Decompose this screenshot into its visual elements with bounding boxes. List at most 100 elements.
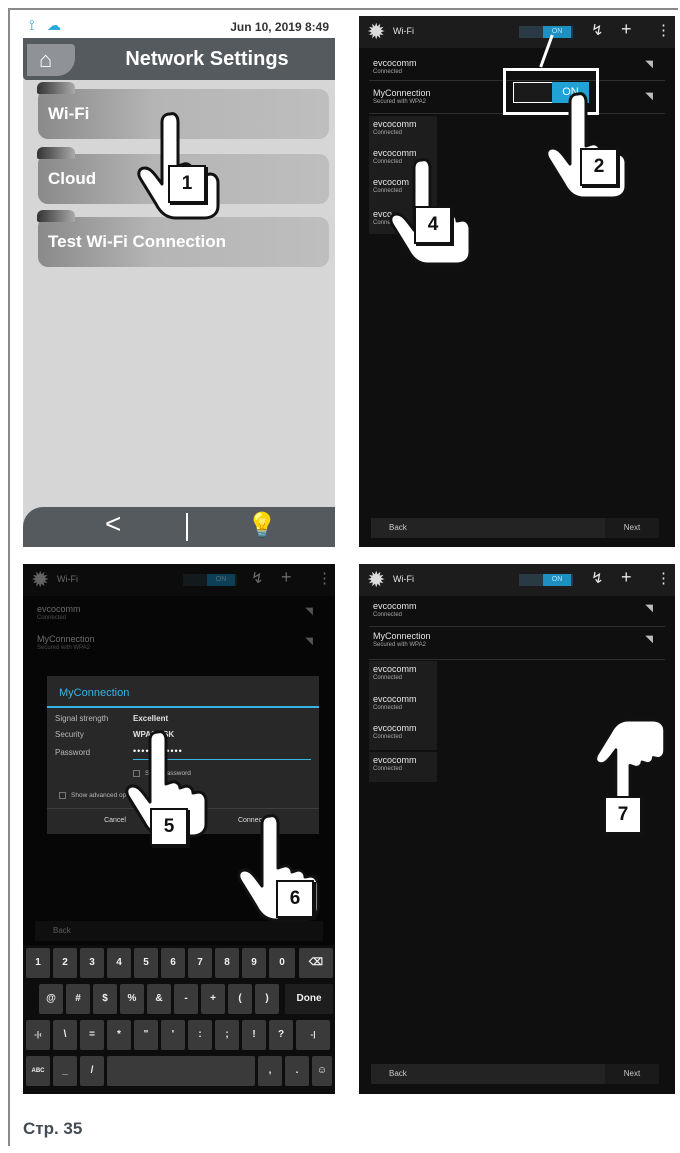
key[interactable]: 8 (215, 948, 239, 978)
overflow-menu-icon[interactable]: ⋮ (656, 22, 671, 40)
next-button[interactable]: Next (605, 1064, 659, 1084)
key[interactable]: 7 (188, 948, 212, 978)
wifi-top-bar: ✹ Wi-Fi ON ↯ + ⋮ (359, 564, 675, 596)
network-status: Connected (373, 675, 403, 681)
key[interactable]: / (80, 1056, 104, 1086)
key[interactable]: , (258, 1056, 282, 1086)
status-time: 8:49 (304, 20, 329, 34)
key[interactable]: 1 (26, 948, 50, 978)
wifi-switch[interactable]: ON (543, 574, 571, 586)
backspace-key[interactable]: ⌫ (299, 948, 333, 978)
frame-top (8, 8, 678, 10)
step-callout-6: 6 (276, 880, 314, 918)
key[interactable]: 4 (107, 948, 131, 978)
settings-gear-icon: ✹ (367, 19, 386, 44)
menu-item-label: Wi-Fi (48, 104, 90, 123)
network-name: evcocomm (373, 664, 417, 674)
network-item[interactable]: evcocommConnected (373, 119, 417, 136)
page-caption: Стр. 35 (23, 1119, 83, 1138)
advanced-options-checkbox[interactable] (59, 792, 66, 799)
network-item[interactable]: evcocommConnected (373, 58, 417, 75)
key[interactable]: 9 (242, 948, 266, 978)
back-button[interactable]: Back (389, 1069, 407, 1078)
key[interactable]: ! (242, 1020, 266, 1050)
network-status: Connected (373, 734, 403, 740)
network-status: Secured with WPA2 (373, 642, 426, 648)
add-network-icon[interactable]: + (621, 568, 632, 586)
key[interactable]: @ (39, 984, 63, 1014)
network-item[interactable]: evcocommConnected (373, 755, 417, 772)
network-item[interactable]: MyConnectionSecured with WPA2 (373, 631, 431, 648)
wifi-signal-icon: ◥ (645, 634, 653, 645)
wifi-top-bar: ✹ Wi-Fi ON ↯ + ⋮ (359, 16, 675, 48)
key[interactable]: 0 (269, 948, 295, 978)
next-button[interactable]: Next (605, 518, 659, 538)
network-item[interactable]: evcocommConnected (373, 723, 417, 740)
dialog-title: MyConnection (59, 687, 130, 699)
key[interactable]: = (80, 1020, 104, 1050)
key[interactable]: % (120, 984, 144, 1014)
header-bar: ⌂ Network Settings (23, 38, 335, 80)
network-settings-screen: ⟟ ☁ Jun 10, 2019 8:49 ⌂ Network Settings… (23, 16, 335, 547)
done-key[interactable]: Done (285, 984, 333, 1014)
step-callout-4: 4 (414, 206, 452, 244)
abc-key[interactable]: ABC (26, 1056, 50, 1086)
key[interactable]: 5 (134, 948, 158, 978)
network-status: Secured with WPA2 (373, 99, 426, 105)
status-date: Jun 10, 2019 (230, 20, 302, 34)
key[interactable]: - (174, 984, 198, 1014)
network-item[interactable]: evcocommConnected (373, 694, 417, 711)
key[interactable]: + (201, 984, 225, 1014)
step-callout-5: 5 (150, 808, 188, 846)
overflow-menu-icon[interactable]: ⋮ (656, 570, 671, 588)
key[interactable]: " (134, 1020, 158, 1050)
menu-tab (37, 82, 75, 94)
bottom-bar: Back Next (371, 518, 659, 538)
divider (369, 659, 665, 660)
network-status: Connected (373, 766, 403, 772)
key[interactable]: & (147, 984, 171, 1014)
network-item[interactable]: evcocommConnected (373, 601, 417, 618)
key[interactable]: -|‹ (26, 1020, 50, 1050)
cloud-status-icon: ☁ (47, 17, 61, 33)
key[interactable]: # (66, 984, 90, 1014)
key[interactable]: ; (215, 1020, 239, 1050)
key[interactable]: : (188, 1020, 212, 1050)
network-item[interactable]: MyConnectionSecured with WPA2 (373, 88, 431, 105)
wifi-title: Wi-Fi (393, 574, 414, 584)
menu-item-test-wifi[interactable]: Test Wi-Fi Connection (37, 210, 329, 267)
key[interactable]: ( (228, 984, 252, 1014)
key[interactable]: . (285, 1056, 309, 1086)
wifi-switch[interactable]: ON (543, 26, 571, 38)
back-button[interactable]: Back (389, 523, 407, 532)
light-bulb-icon[interactable]: 💡 (247, 511, 277, 540)
back-button[interactable]: < (105, 508, 121, 540)
pointing-hand-icon (132, 108, 222, 220)
signal-value: Excellent (133, 714, 169, 723)
key[interactable]: ? (269, 1020, 293, 1050)
divider (369, 626, 665, 627)
key[interactable]: * (107, 1020, 131, 1050)
menu-item-label: Test Wi-Fi Connection (48, 232, 227, 251)
dialog-title-divider (47, 706, 319, 708)
footer-bar: < 💡 (23, 507, 335, 547)
key[interactable]: ) (255, 984, 279, 1014)
footer-divider (186, 513, 188, 541)
add-network-icon[interactable]: + (621, 20, 632, 38)
key[interactable]: 6 (161, 948, 185, 978)
key[interactable]: _ (53, 1056, 77, 1086)
network-item[interactable]: evcocommConnected (373, 664, 417, 681)
key[interactable]: 2 (53, 948, 77, 978)
key[interactable]: \ (53, 1020, 77, 1050)
wps-icon[interactable]: ↯ (591, 570, 604, 588)
key[interactable]: -| (296, 1020, 330, 1050)
wifi-signal-icon: ◥ (645, 91, 653, 102)
emoji-key[interactable]: ☺ (312, 1056, 332, 1086)
key[interactable]: ' (161, 1020, 185, 1050)
space-key[interactable] (107, 1056, 255, 1086)
key[interactable]: $ (93, 984, 117, 1014)
menu-item-label: Cloud (48, 169, 97, 188)
home-button[interactable]: ⌂ (27, 44, 75, 76)
key[interactable]: 3 (80, 948, 104, 978)
wps-icon[interactable]: ↯ (591, 22, 604, 40)
